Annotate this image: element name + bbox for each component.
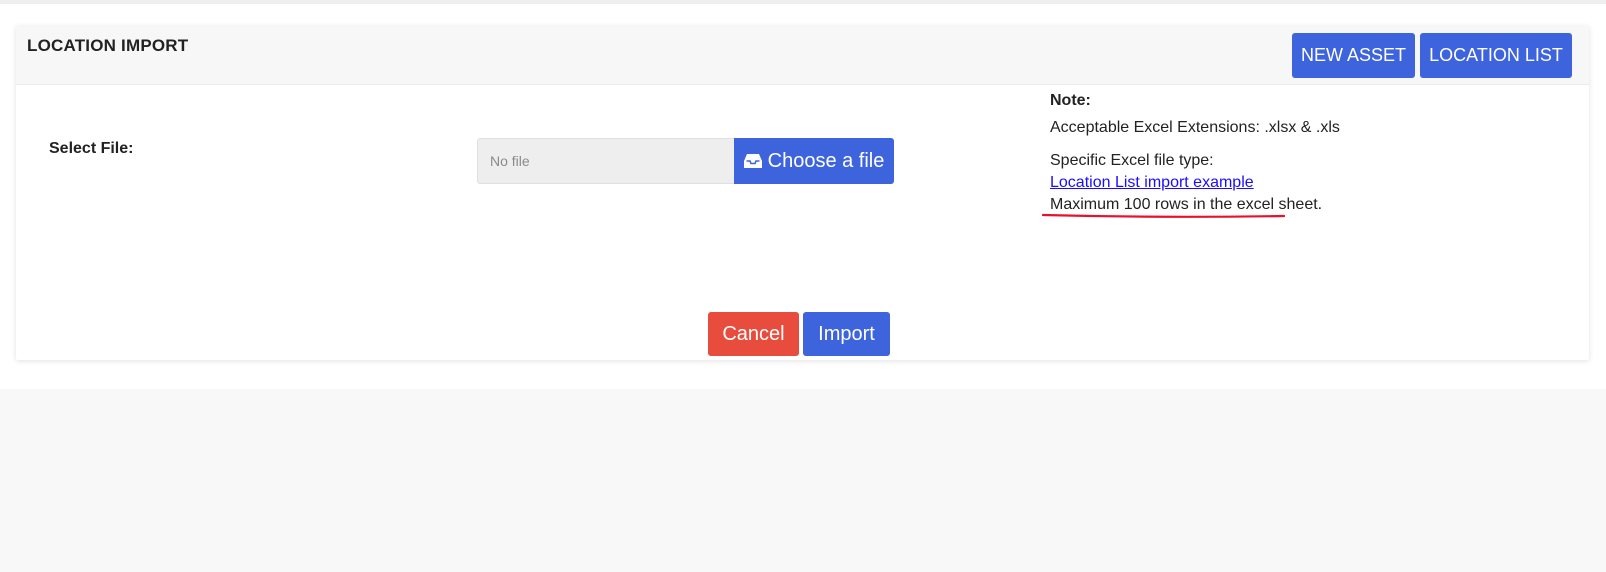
note-title: Note: xyxy=(1050,92,1091,109)
choose-file-label: Choose a file xyxy=(767,149,885,172)
import-button[interactable]: Import xyxy=(803,312,890,356)
note-file-type: Specific Excel file type: xyxy=(1050,152,1214,169)
new-asset-button[interactable]: NEW ASSET xyxy=(1292,33,1415,78)
page-title: LOCATION IMPORT xyxy=(27,36,189,55)
select-file-label: Select File: xyxy=(49,140,134,157)
location-import-card: LOCATION IMPORT NEW ASSET LOCATION LIST … xyxy=(16,26,1589,360)
note-max-rows: Maximum 100 rows in the excel sheet. xyxy=(1050,196,1323,213)
file-placeholder: No file xyxy=(490,153,530,169)
choose-file-button[interactable]: Choose a file xyxy=(734,138,894,184)
annotation-underline xyxy=(1042,213,1285,218)
cancel-button[interactable]: Cancel xyxy=(708,312,799,356)
import-example-link[interactable]: Location List import example xyxy=(1050,174,1254,192)
card-header: LOCATION IMPORT NEW ASSET LOCATION LIST xyxy=(16,26,1589,85)
inbox-icon xyxy=(743,152,762,168)
note-extensions: Acceptable Excel Extensions: .xlsx & .xl… xyxy=(1050,119,1340,136)
file-name-field[interactable]: No file xyxy=(477,138,734,184)
location-list-button[interactable]: LOCATION LIST xyxy=(1420,33,1572,78)
